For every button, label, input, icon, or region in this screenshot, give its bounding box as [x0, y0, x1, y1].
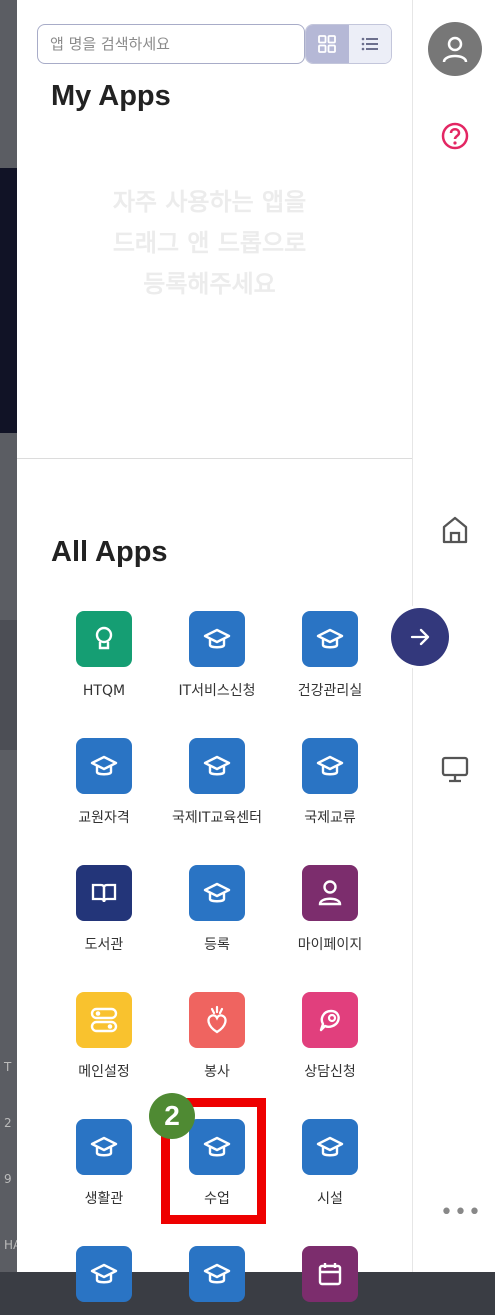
app-tile[interactable]: 생활관 [52, 1119, 156, 1210]
graduation-cap-icon [76, 1246, 132, 1302]
user-avatar[interactable] [428, 22, 482, 76]
app-label: 메인설정 [78, 1064, 130, 1080]
background-text: 9 [4, 1172, 12, 1186]
calendar-icon [302, 1246, 358, 1302]
app-label: 국제IT교육센터 [172, 810, 262, 826]
all-apps-title: All Apps [51, 536, 168, 568]
chat-icon [302, 992, 358, 1048]
graduation-cap-icon [302, 1119, 358, 1175]
home-button[interactable] [440, 514, 470, 550]
app-label: 생활관 [84, 1191, 124, 1207]
app-label: IT서비스신청 [178, 683, 256, 699]
app-label: 마이페이지 [297, 937, 363, 953]
app-tile[interactable]: 봉사 [165, 992, 269, 1083]
step-badge: 2 [149, 1093, 195, 1139]
app-tile[interactable]: 국제교류 [278, 738, 382, 829]
app-tile[interactable]: 메인설정 [52, 992, 156, 1083]
app-tile[interactable]: 마이페이지 [278, 865, 382, 956]
app-label: 국제교류 [304, 810, 356, 826]
app-label: 상담신청 [304, 1064, 356, 1080]
graduation-cap-icon [189, 865, 245, 921]
grid-view-button[interactable] [306, 25, 349, 63]
background-text: 2 [4, 1116, 12, 1130]
bulb-icon [76, 611, 132, 667]
app-tile[interactable] [52, 1246, 156, 1315]
app-label: 봉사 [204, 1064, 230, 1080]
graduation-cap-icon [302, 611, 358, 667]
app-tile[interactable]: 건강관리실 [278, 611, 382, 702]
app-tile[interactable]: 시설 [278, 1119, 382, 1210]
graduation-cap-icon [302, 738, 358, 794]
monitor-icon [441, 756, 469, 783]
background-section [0, 620, 17, 750]
arrow-right-icon [410, 628, 430, 646]
app-label: 시설 [317, 1191, 343, 1207]
list-view-button[interactable] [348, 25, 391, 63]
app-tile[interactable]: IT서비스신청 [165, 611, 269, 702]
expand-arrow-button[interactable] [391, 608, 449, 666]
graduation-cap-icon [76, 1119, 132, 1175]
app-label: 등록 [204, 937, 230, 953]
app-label: 교원자격 [78, 810, 130, 826]
book-icon [76, 865, 132, 921]
app-tile[interactable] [165, 1246, 269, 1315]
heart-hand-icon [189, 992, 245, 1048]
user-icon [442, 36, 468, 63]
my-apps-title: My Apps [51, 80, 171, 112]
my-apps-empty-message: 자주 사용하는 앱을 드래그 앤 드롭으로 등록해주세요 [112, 188, 307, 298]
help-button[interactable] [440, 121, 470, 155]
settings-toggle-icon [76, 992, 132, 1048]
app-tile[interactable]: 국제IT교육센터 [165, 738, 269, 829]
person-icon [302, 865, 358, 921]
grid-icon [318, 35, 337, 53]
app-tile[interactable]: 교원자격 [52, 738, 156, 829]
graduation-cap-icon [189, 611, 245, 667]
section-divider [17, 458, 412, 459]
app-label: 도서관 [84, 937, 124, 953]
help-icon [441, 122, 469, 150]
monitor-button[interactable] [440, 754, 470, 788]
more-options-icon[interactable]: ••• [440, 1200, 482, 1225]
app-label: HTQM [82, 683, 126, 699]
view-toggle [305, 24, 392, 64]
app-search-input[interactable] [37, 24, 305, 64]
list-icon [361, 37, 378, 51]
graduation-cap-icon [76, 738, 132, 794]
app-tile[interactable]: 등록 [165, 865, 269, 956]
background-text: T [4, 1060, 12, 1074]
home-icon [442, 516, 468, 544]
app-tile[interactable]: HTQM [52, 611, 156, 702]
app-tile[interactable]: 상담신청 [278, 992, 382, 1083]
background-banner [0, 168, 17, 433]
graduation-cap-icon [189, 1246, 245, 1302]
graduation-cap-icon [189, 738, 245, 794]
app-tile[interactable] [278, 1246, 382, 1315]
app-label: 건강관리실 [297, 683, 363, 699]
app-tile[interactable]: 도서관 [52, 865, 156, 956]
